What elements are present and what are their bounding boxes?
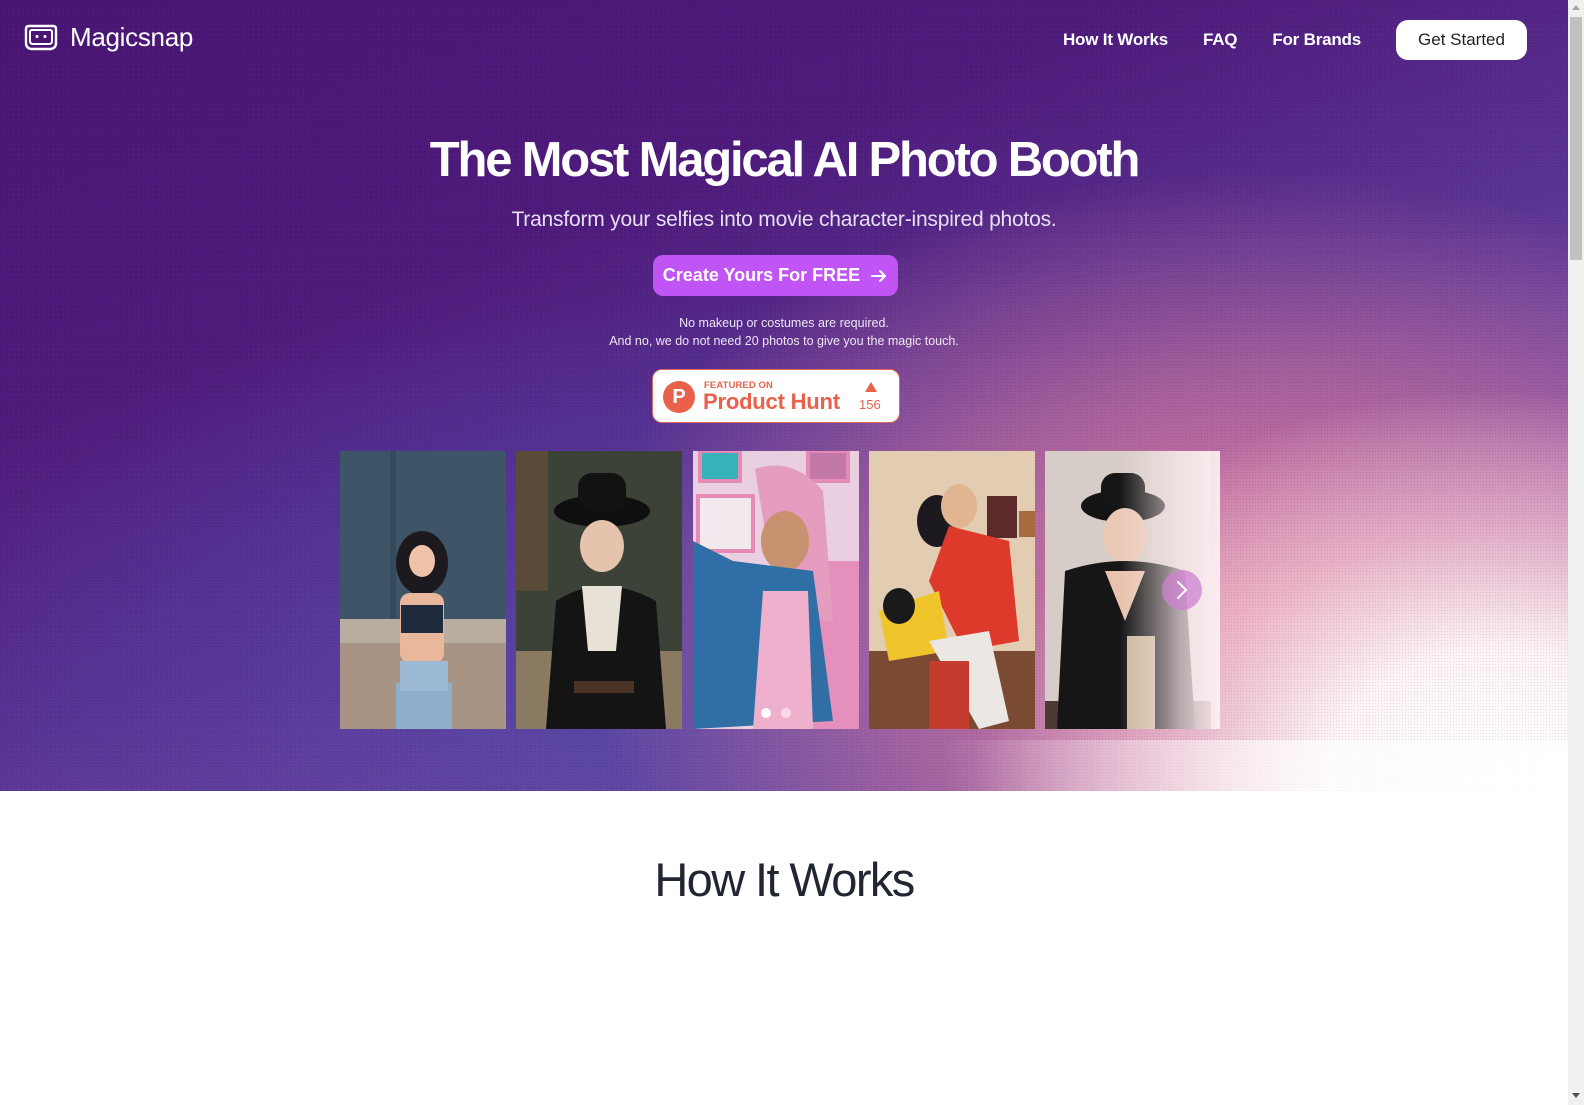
create-free-label: Create Yours For FREE [662,265,861,285]
page-scrollbar[interactable] [1568,0,1584,1105]
carousel-dot-2[interactable] [781,708,791,718]
gallery-photo[interactable] [340,451,506,729]
photo-anime-family-embrace [869,451,1035,729]
brand-name: Magicsnap [70,22,194,52]
create-free-button[interactable]: Create Yours For FREE [653,255,898,296]
top-nav: Magicsnap How It Works FAQ For Brands Ge… [0,0,1568,80]
hero-title: The Most Magical AI Photo Booth [429,133,1141,187]
chevron-right-icon [1177,581,1187,599]
hero-fade [0,740,1568,791]
gallery-photo[interactable] [516,451,682,729]
nav-link-for-brands[interactable]: For Brands [1272,30,1361,50]
nav-link-how-it-works[interactable]: How It Works [1063,30,1168,50]
carousel-dot-1[interactable] [761,708,771,718]
nav-link-faq[interactable]: FAQ [1203,30,1238,50]
photo-woman-black-hat-vintage [516,451,682,729]
gallery-photo[interactable] [693,451,859,729]
robot-face-icon [24,24,58,50]
page: Magicsnap How It Works FAQ For Brands Ge… [0,0,1568,1105]
product-hunt-name: Product Hunt [703,389,840,414]
carousel-pagination [761,708,791,718]
upvote-triangle-icon [865,382,877,392]
how-it-works-title: How It Works [654,853,915,906]
nav-links: How It Works FAQ For Brands Get Started [1063,20,1527,60]
hero-subtitle: Transform your selfies into movie charac… [511,208,1057,231]
photo-man-pink-hair-denim [693,451,859,729]
scroll-down-arrow-icon[interactable] [1572,1093,1580,1098]
scrollbar-thumb[interactable] [1570,17,1582,260]
hero-note-makeup: No makeup or costumes are required. [679,316,889,330]
get-started-button[interactable]: Get Started [1396,20,1527,60]
photo-carousel [340,451,1220,729]
product-hunt-logo-icon: P [663,381,695,413]
product-hunt-upvote-count: 156 [859,397,881,412]
arrow-right-icon [871,269,887,282]
photo-anime-woman-jeans [340,451,506,729]
hero-note-photos: And no, we do not need 20 photos to give… [609,334,959,348]
gallery-photo[interactable] [869,451,1035,729]
brand-link[interactable]: Magicsnap [24,22,193,53]
carousel-next-button[interactable] [1162,570,1202,610]
product-hunt-badge[interactable]: P FEATURED ON Product Hunt 156 [652,369,900,423]
scroll-up-arrow-icon[interactable] [1572,5,1580,10]
